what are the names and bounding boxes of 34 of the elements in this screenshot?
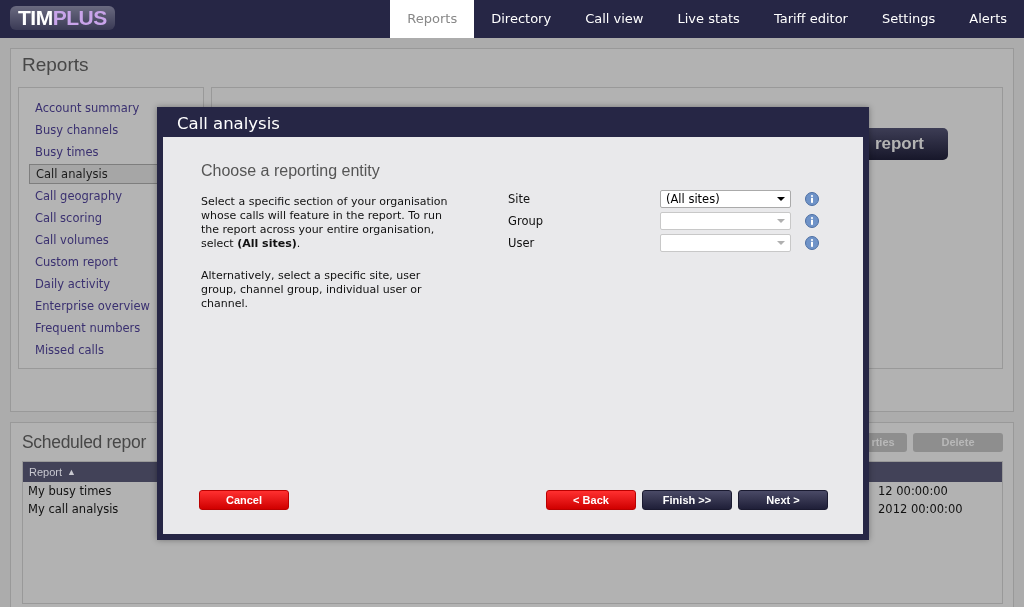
nav-tab[interactable]: Call view: [568, 0, 661, 38]
dialog-button[interactable]: Next >: [738, 490, 828, 510]
dialog-heading: Choose a reporting entity: [201, 162, 381, 180]
dialog-button[interactable]: < Back: [546, 490, 636, 510]
paragraph: Select a specific section of your organisation whose calls will feature in the report. To run the report across your entire organisation, select (All sites).: [201, 195, 449, 251]
dropdown[interactable]: (All sites): [660, 190, 791, 208]
sort-icon: ▲: [67, 467, 76, 477]
nav-tab[interactable]: Settings: [864, 0, 953, 38]
dialog-button[interactable]: Finish >>: [642, 490, 732, 510]
dialog-button[interactable]: Cancel: [199, 490, 289, 510]
field-label: User: [508, 236, 536, 250]
nav-tab[interactable]: Directory: [474, 0, 569, 38]
panel-title: Scheduled repor: [22, 430, 147, 454]
paragraph: Alternatively, select a specific site, user group, channel group, individual user or channel.: [201, 269, 423, 311]
dialog-title: Call analysis: [176, 113, 281, 135]
info-icon[interactable]: [805, 214, 819, 228]
table-cell-text: My call analysis: [27, 502, 120, 516]
logo: TIMPLUS: [10, 6, 115, 30]
field-label: Group: [508, 214, 544, 228]
caret-icon: [777, 219, 785, 223]
nav-tab[interactable]: Alerts: [952, 0, 1024, 38]
info-icon[interactable]: [805, 236, 819, 250]
table-cell-text: 2012 00:00:00: [877, 502, 963, 516]
info-icon[interactable]: [805, 192, 819, 206]
panel-title: Reports: [21, 53, 90, 77]
field-label: Site: [508, 192, 532, 206]
table-cell-text: My busy times: [27, 484, 113, 498]
table-cell-text: 12 00:00:00: [877, 484, 948, 498]
nav-tab[interactable]: Tariff editor: [756, 0, 865, 38]
column-header[interactable]: Report ▲: [23, 462, 76, 482]
nav-tab[interactable]: Live stats: [660, 0, 757, 38]
caret-icon: [777, 197, 785, 201]
caret-icon: [777, 241, 785, 245]
nav-tab[interactable]: Reports: [390, 0, 475, 38]
